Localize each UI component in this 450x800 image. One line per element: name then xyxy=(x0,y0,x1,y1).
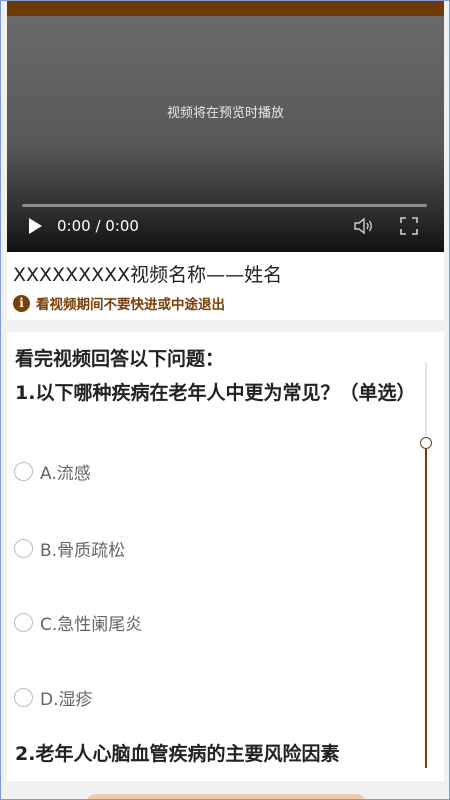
quiz-heading: 看完视频回答以下问题： xyxy=(15,348,225,370)
option-label: A.流感 xyxy=(40,463,91,484)
video-title: XXXXXXXXX视频名称——姓名 xyxy=(13,264,283,286)
radio-button[interactable] xyxy=(14,538,33,558)
page-frame: 视频将在预览时播放 0:00 / 0:00 XXXXXXXXX视频名称——姓名 … xyxy=(0,0,450,800)
option-label: B.骨质疏松 xyxy=(40,540,126,561)
scrollbar-handle[interactable] xyxy=(420,437,432,449)
video-player[interactable]: 视频将在预览时播放 0:00 / 0:00 xyxy=(7,16,444,252)
radio-button[interactable] xyxy=(14,461,33,481)
video-progress-bar[interactable] xyxy=(22,204,427,207)
fullscreen-icon[interactable] xyxy=(400,217,418,235)
quiz-section: 看完视频回答以下问题： 1.以下哪种疾病在老年人中更为常见？（单选） A.流感 … xyxy=(7,332,444,781)
video-time: 0:00 / 0:00 xyxy=(57,217,139,235)
option-d[interactable]: D.湿疹 xyxy=(14,686,93,710)
submit-button[interactable] xyxy=(86,794,366,799)
volume-icon[interactable] xyxy=(353,217,375,235)
top-bar xyxy=(7,1,444,16)
video-info: XXXXXXXXX视频名称——姓名 i 看视频期间不要快进或中途退出 xyxy=(7,252,444,320)
warning-text: 看视频期间不要快进或中途退出 xyxy=(36,297,225,313)
radio-button[interactable] xyxy=(14,687,33,707)
option-label: C.急性阑尾炎 xyxy=(40,614,143,635)
option-a[interactable]: A.流感 xyxy=(14,460,91,484)
option-c[interactable]: C.急性阑尾炎 xyxy=(14,611,143,635)
play-icon[interactable] xyxy=(26,217,44,235)
option-label: D.湿疹 xyxy=(40,689,93,710)
video-placeholder-message: 视频将在预览时播放 xyxy=(166,106,284,121)
question-1: 1.以下哪种疾病在老年人中更为常见？（单选） xyxy=(15,382,416,404)
option-b[interactable]: B.骨质疏松 xyxy=(14,537,126,561)
scrollbar-fill xyxy=(425,443,427,768)
info-icon: i xyxy=(13,294,30,312)
radio-button[interactable] xyxy=(14,612,33,632)
warning-row: i 看视频期间不要快进或中途退出 xyxy=(13,294,225,313)
question-2: 2.老年人心脑血管疾病的主要风险因素 xyxy=(15,743,340,765)
